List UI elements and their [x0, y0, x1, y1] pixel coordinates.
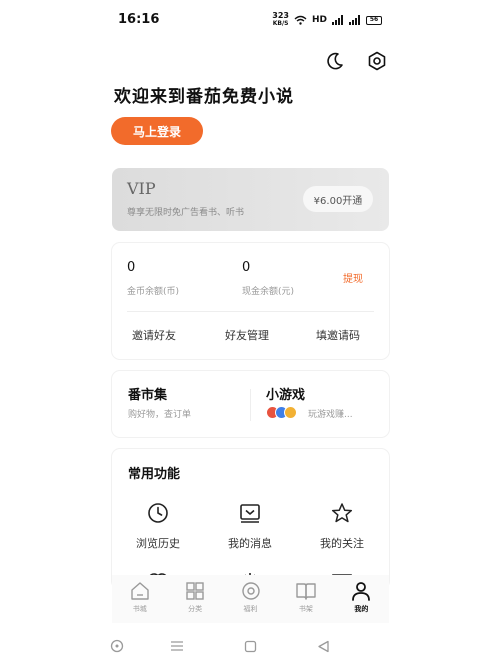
nav-label: 书架	[298, 605, 313, 613]
vip-open-button[interactable]: ¥6.00开通	[303, 186, 373, 212]
divider	[250, 389, 251, 421]
vip-card[interactable]: VIP 尊享无限时免广告看书、听书 ¥6.00开通	[112, 168, 389, 231]
invite-friends-link[interactable]: 邀请好友	[132, 327, 176, 343]
person-icon	[352, 582, 371, 601]
enter-invite-code-link[interactable]: 填邀请码	[316, 327, 360, 343]
games-title[interactable]: 小游戏	[266, 384, 305, 403]
nav-label: 福利	[243, 605, 258, 613]
feature-label: 我的关注	[320, 537, 364, 550]
cash-balance-label: 现金余额(元)	[242, 287, 295, 297]
wifi-icon	[294, 15, 307, 25]
signal-icon	[332, 15, 343, 25]
feature-label: 我的消息	[228, 537, 272, 550]
game-avatar-icon	[284, 406, 297, 419]
net-speed-value: 323	[272, 11, 289, 20]
settings-button[interactable]	[364, 48, 390, 74]
market-title[interactable]: 番市集	[128, 384, 167, 403]
battery-icon: 56	[366, 15, 382, 25]
status-icons: 323 KB/S HD 56	[272, 12, 382, 28]
nav-item-welfare[interactable]: 福利	[223, 575, 278, 623]
cash-balance-value[interactable]: 0	[242, 260, 250, 275]
moon-icon	[327, 52, 343, 70]
status-time: 16:16	[118, 12, 160, 27]
nav-item-bookstore[interactable]: 书城	[112, 575, 167, 623]
nav-label: 我的	[354, 605, 369, 613]
status-bar: 16:16 323 KB/S HD 56	[0, 0, 500, 40]
vip-desc: 尊享无限时免广告看书、听书	[127, 208, 245, 218]
feature-history[interactable]: 浏览历史	[123, 501, 193, 551]
login-button[interactable]: 马上登录	[111, 117, 203, 145]
game-avatars	[266, 406, 297, 419]
nav-item-bookshelf[interactable]: 书架	[278, 575, 333, 623]
coin-icon	[241, 582, 260, 600]
welcome-title: 欢迎来到番茄免费小说	[114, 87, 294, 107]
assistant-button[interactable]	[108, 637, 126, 655]
withdraw-link[interactable]: 提现	[343, 270, 363, 285]
settings-icon	[368, 51, 386, 71]
night-mode-button[interactable]	[322, 48, 348, 74]
book-icon	[296, 583, 316, 600]
nav-item-mine[interactable]: 我的	[334, 575, 389, 623]
feature-messages[interactable]: 我的消息	[215, 501, 285, 551]
nav-label: 书城	[132, 605, 147, 613]
home-button[interactable]	[241, 637, 259, 655]
clock-icon	[148, 503, 168, 523]
friend-manage-link[interactable]: 好友管理	[225, 327, 269, 343]
bottom-nav: 书城 分类 福利 书架 我的	[112, 575, 389, 623]
common-features-card: 常用功能 浏览历史 我的消息 我的关注	[112, 449, 389, 589]
coin-balance-label: 金币余额(币)	[127, 287, 180, 297]
market-subtitle: 购好物，查订单	[128, 410, 192, 420]
nav-label: 分类	[188, 605, 203, 613]
features-title: 常用功能	[128, 467, 181, 482]
feature-label: 浏览历史	[136, 537, 180, 550]
grid-icon	[186, 582, 204, 600]
square-icon	[244, 640, 256, 652]
home-icon	[131, 582, 149, 600]
games-subtitle: 玩游戏赚...	[308, 410, 353, 420]
coin-balance-value[interactable]: 0	[127, 260, 135, 275]
net-speed: 323 KB/S	[272, 12, 289, 28]
app-screen: 16:16 323 KB/S HD 56 欢迎来到番茄免费小说 马上登录 VIP…	[0, 0, 500, 666]
market-games-card: 番市集 购好物，查订单 小游戏 玩游戏赚...	[112, 371, 389, 437]
feature-following[interactable]: 我的关注	[307, 501, 377, 551]
message-icon	[240, 504, 260, 523]
wallet-card: 0 金币余额(币) 0 现金余额(元) 提现 邀请好友 好友管理 填邀请码	[112, 243, 389, 359]
back-triangle-icon	[317, 640, 329, 652]
vip-title: VIP	[127, 179, 156, 198]
divider	[127, 311, 374, 312]
star-icon	[331, 503, 353, 523]
nav-item-category[interactable]: 分类	[167, 575, 222, 623]
target-icon	[110, 639, 124, 653]
hd-badge: HD	[311, 15, 327, 25]
menu-button[interactable]	[168, 637, 186, 655]
system-nav-bar	[0, 628, 500, 666]
menu-icon	[171, 641, 183, 651]
signal-icon-2	[349, 15, 360, 25]
back-button[interactable]	[314, 637, 332, 655]
net-speed-unit: KB/S	[272, 20, 289, 27]
